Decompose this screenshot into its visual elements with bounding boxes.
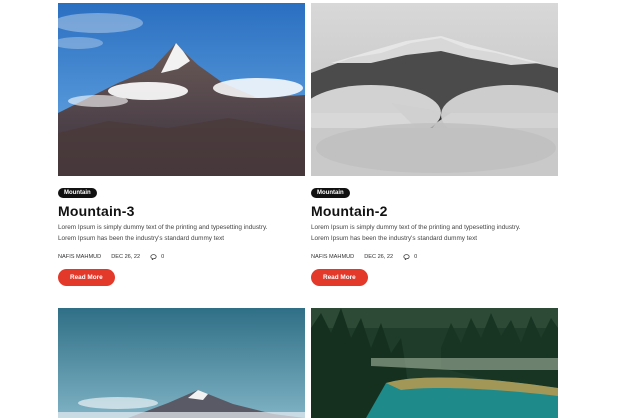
post-meta: Nafis Mahmud Dec 26, 22 0: [311, 254, 558, 260]
read-more-button[interactable]: Read More: [58, 269, 115, 286]
post-excerpt-line-1: Lorem Ipsum is simply dummy text of the …: [58, 224, 268, 231]
post-excerpt-line-2: Lorem Ipsum has been the industry's stan…: [58, 235, 225, 242]
category-tag[interactable]: Mountain: [311, 188, 350, 198]
read-more-button[interactable]: Read More: [311, 269, 368, 286]
post-meta: Nafis Mahmud Dec 26, 22 0: [58, 254, 305, 260]
post-date: Dec 26, 22: [364, 254, 394, 260]
post-thumbnail[interactable]: [58, 308, 305, 418]
comment-icon: [403, 254, 410, 260]
blog-grid: Mountain Mountain-3 Lorem Ipsum is simpl…: [58, 3, 558, 418]
post-comments[interactable]: 0: [150, 254, 164, 260]
comment-count: 0: [414, 254, 418, 260]
post-excerpt-line-1: Lorem Ipsum is simply dummy text of the …: [311, 224, 521, 231]
blog-card: Mountain Mountain-2 Lorem Ipsum is simpl…: [311, 3, 558, 286]
comment-icon: [150, 254, 157, 260]
post-thumbnail[interactable]: [311, 308, 558, 418]
post-author[interactable]: Nafis Mahmud: [311, 254, 354, 260]
post-thumbnail-mountain-3[interactable]: [58, 3, 305, 176]
post-excerpt-line-2: Lorem Ipsum has been the industry's stan…: [311, 235, 478, 242]
blog-card: [311, 308, 558, 418]
post-thumbnail-mountain-2[interactable]: [311, 3, 558, 176]
post-author[interactable]: Nafis Mahmud: [58, 254, 101, 260]
blog-card: [58, 308, 305, 418]
post-comments[interactable]: 0: [403, 254, 417, 260]
comment-count: 0: [161, 254, 165, 260]
blog-card: Mountain Mountain-3 Lorem Ipsum is simpl…: [58, 3, 305, 286]
category-tag[interactable]: Mountain: [58, 188, 97, 198]
post-date: Dec 26, 22: [111, 254, 141, 260]
post-title[interactable]: Mountain-2: [311, 203, 558, 219]
post-title[interactable]: Mountain-3: [58, 203, 305, 219]
